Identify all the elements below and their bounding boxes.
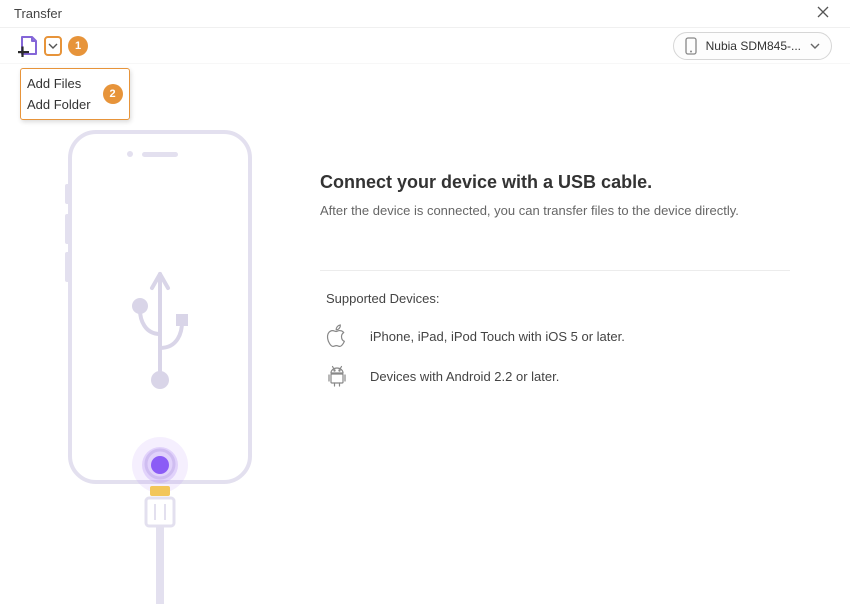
add-dropdown-toggle[interactable]: [44, 36, 62, 56]
toolbar: 1 Add Files Add Folder 2 Nubia SDM845-..…: [0, 28, 850, 64]
supported-devices-title: Supported Devices:: [326, 291, 790, 306]
add-file-icon: [18, 35, 42, 57]
supported-apple-text: iPhone, iPad, iPod Touch with iOS 5 or l…: [370, 329, 625, 344]
add-files-button[interactable]: [18, 35, 42, 57]
chevron-down-icon: [809, 42, 821, 50]
android-icon: [326, 364, 348, 388]
apple-icon: [326, 324, 348, 348]
chevron-down-icon: [48, 42, 58, 50]
close-icon: [816, 5, 830, 19]
add-dropdown-menu: Add Files Add Folder 2: [20, 68, 130, 120]
phone-icon: [684, 37, 698, 55]
titlebar: Transfer: [0, 0, 850, 28]
menu-item-add-files[interactable]: Add Files: [27, 73, 91, 94]
info-panel: Connect your device with a USB cable. Af…: [320, 116, 850, 615]
menu-item-add-folder[interactable]: Add Folder: [27, 94, 91, 115]
supported-android-row: Devices with Android 2.2 or later.: [326, 364, 790, 388]
connect-subtext: After the device is connected, you can t…: [320, 203, 790, 218]
callout-step-1: 1: [68, 36, 88, 56]
main-content: Connect your device with a USB cable. Af…: [0, 64, 850, 615]
supported-android-text: Devices with Android 2.2 or later.: [370, 369, 559, 384]
device-selector[interactable]: Nubia SDM845-...: [673, 32, 832, 60]
phone-illustration: [0, 116, 320, 615]
phone-usb-illustration: [50, 124, 270, 604]
callout-step-2: 2: [103, 84, 123, 104]
device-selector-label: Nubia SDM845-...: [706, 39, 801, 53]
connect-heading: Connect your device with a USB cable.: [320, 172, 790, 193]
supported-apple-row: iPhone, iPad, iPod Touch with iOS 5 or l…: [326, 324, 790, 348]
divider: [320, 270, 790, 271]
window-title: Transfer: [14, 6, 62, 21]
close-button[interactable]: [810, 3, 836, 24]
